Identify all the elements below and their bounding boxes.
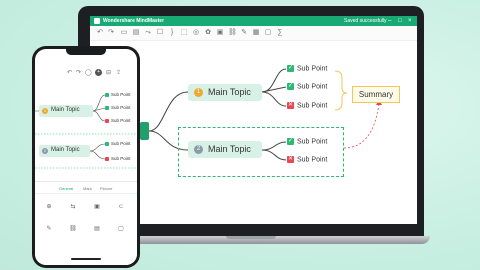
check-icon: ✓ [287, 65, 294, 72]
sub-point-label: Sub Point [297, 138, 328, 146]
check-icon [105, 141, 109, 146]
topic-label: Main Topic [208, 87, 251, 97]
check-icon: ✓ [287, 138, 294, 145]
home-indicator [71, 258, 101, 260]
topic-label: Main Topic [208, 144, 251, 154]
sub-point[interactable]: ✓ Sub Point [287, 83, 327, 90]
cross-icon [105, 156, 109, 161]
sub-point-label: Sub Point [111, 118, 131, 123]
topic-icon[interactable]: ⊕ [44, 202, 54, 212]
format-panel: General Mark Picture ⊕ ⇆ ▣ ⊂ ✎ ⛓ ▤ ▢ [35, 181, 137, 265]
mobile-main-topic-2[interactable]: 2 Main Topic [39, 145, 90, 157]
note-icon[interactable]: ▤ [92, 224, 102, 234]
summary-topic[interactable]: Summary [352, 86, 400, 103]
sub-point-label: Sub Point [111, 141, 131, 146]
check-icon [105, 92, 109, 97]
subtopic-icon[interactable]: ⇆ [68, 202, 78, 212]
topic-label: Main Topic [51, 107, 80, 113]
attachment-icon[interactable]: ✎ [44, 224, 54, 234]
sub-point[interactable]: ✕ Sub Point [287, 156, 327, 163]
laptop-notch [226, 236, 276, 239]
sub-point-label: Sub Point [111, 105, 131, 110]
tab-general[interactable]: General [59, 186, 73, 191]
mobile-app-screen: ↶ ↷ ◯ + ⊟ ⇪ 1 Main Topic 2 Main Topic Su… [35, 49, 137, 265]
main-topic-2[interactable]: 2 Main Topic [188, 141, 262, 158]
sub-point-label: Sub Point [297, 83, 328, 91]
image-icon[interactable]: ▣ [92, 202, 102, 212]
tab-divider [35, 193, 137, 194]
sub-point[interactable]: ✓ Sub Point [287, 65, 327, 72]
sub-point-label: Sub Point [297, 102, 328, 110]
main-topic-1[interactable]: 1 Main Topic [188, 84, 262, 101]
cross-icon [105, 118, 109, 123]
mobile-sub-point[interactable]: Sub Point [105, 105, 131, 110]
mobile-sub-point[interactable]: Sub Point [105, 118, 131, 123]
mobile-sub-point[interactable]: Sub Point [105, 141, 131, 146]
topic-number-badge: 2 [194, 145, 203, 154]
mobile-sub-point[interactable]: Sub Point [105, 92, 131, 97]
central-topic[interactable] [140, 122, 149, 140]
callout-icon[interactable]: ⊂ [116, 202, 126, 212]
tab-picture[interactable]: Picture [100, 186, 112, 191]
sub-point[interactable]: ✓ Sub Point [287, 138, 327, 145]
sub-point[interactable]: ✕ Sub Point [287, 102, 327, 109]
check-icon [105, 105, 109, 110]
check-icon: ✓ [287, 83, 294, 90]
topic-number-badge: 1 [42, 108, 48, 114]
sub-point-label: Sub Point [297, 156, 328, 164]
tab-mark[interactable]: Mark [83, 186, 92, 191]
mobile-sub-point[interactable]: Sub Point [105, 156, 131, 161]
topic-number-badge: 1 [194, 88, 203, 97]
sub-point-label: Sub Point [111, 156, 131, 161]
topic-number-badge: 2 [42, 148, 48, 154]
topic-label: Main Topic [51, 147, 80, 153]
hyperlink-icon[interactable]: ⛓ [68, 224, 78, 234]
mobile-main-topic-1[interactable]: 1 Main Topic [39, 105, 93, 117]
cross-icon: ✕ [287, 156, 294, 163]
sub-point-label: Sub Point [297, 65, 328, 73]
sub-point-label: Sub Point [111, 92, 131, 97]
cross-icon: ✕ [287, 102, 294, 109]
comment-icon[interactable]: ▢ [116, 224, 126, 234]
